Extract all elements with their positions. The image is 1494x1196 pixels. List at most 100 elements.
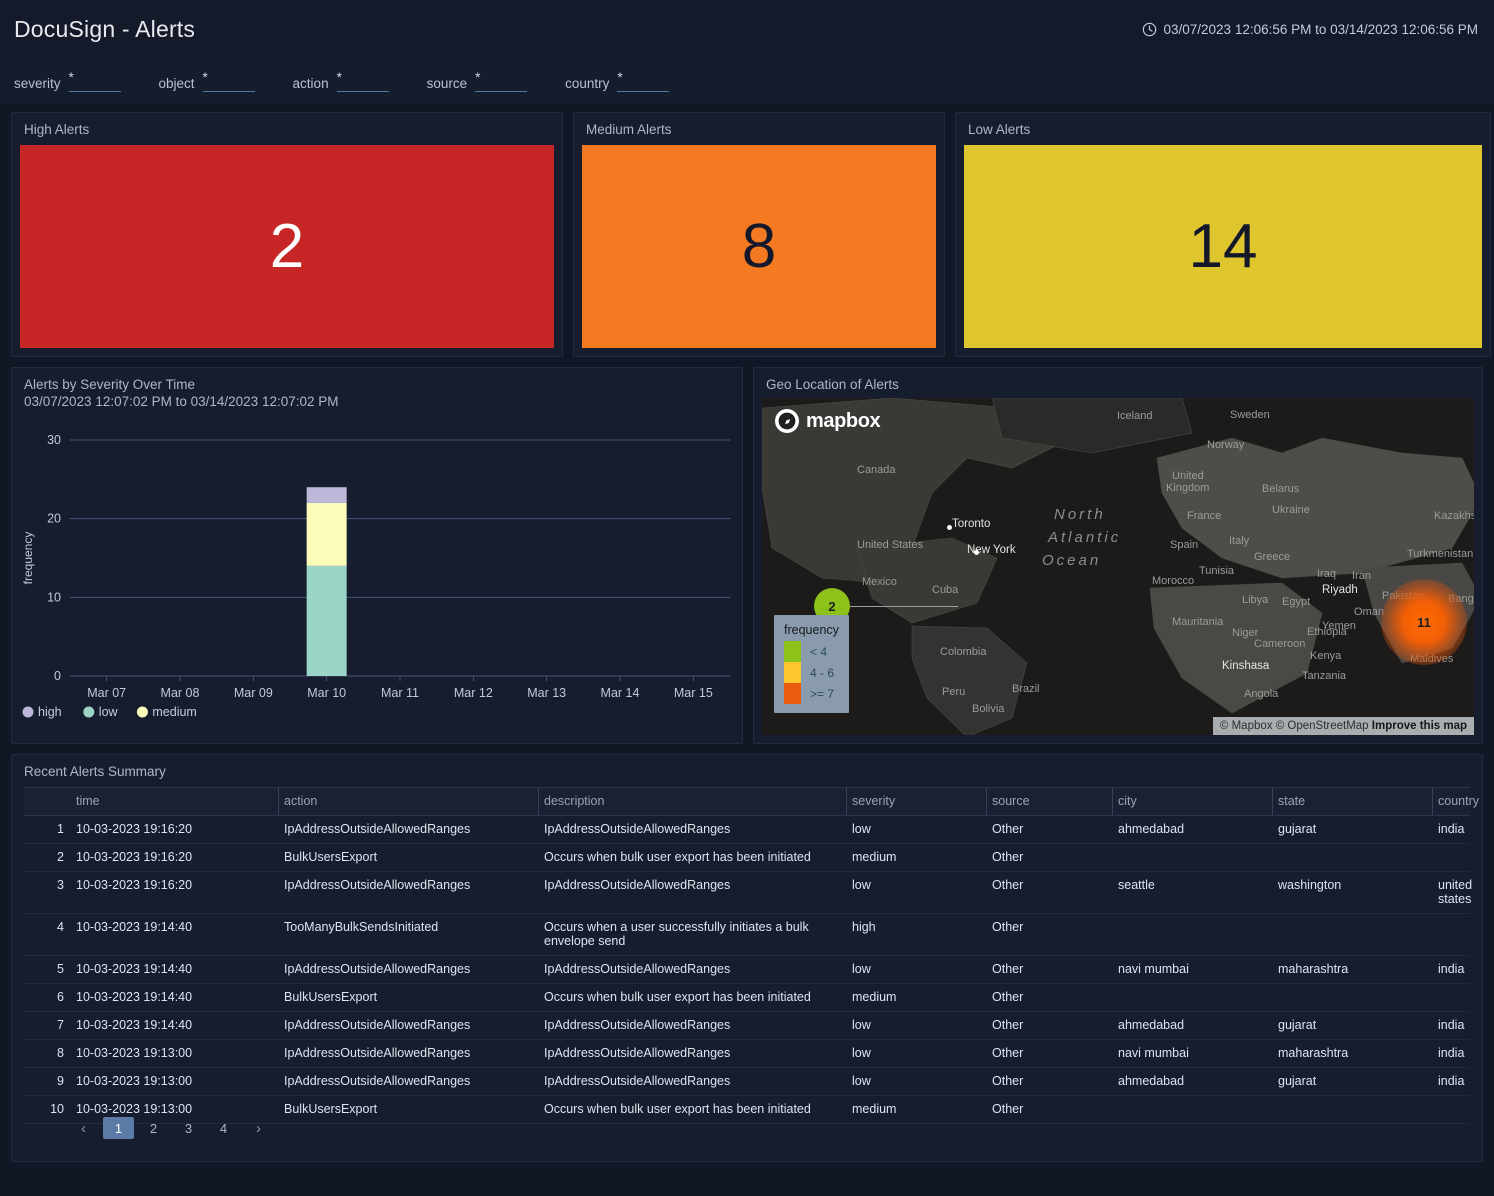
cell-time: 10-03-2023 19:16:20 <box>70 872 278 914</box>
time-range-selector[interactable]: 03/07/2023 12:06:56 PM to 03/14/2023 12:… <box>1142 22 1479 37</box>
table-row[interactable]: 710-03-2023 19:14:40IpAddressOutsideAllo… <box>24 1012 1470 1040</box>
filter-country-value[interactable]: * <box>617 70 669 92</box>
col-header-time[interactable]: time <box>70 788 278 816</box>
table-row[interactable]: 610-03-2023 19:14:40BulkUsersExportOccur… <box>24 984 1470 1012</box>
table-row[interactable]: 310-03-2023 19:16:20IpAddressOutsideAllo… <box>24 872 1470 914</box>
pagination-page-4[interactable]: 4 <box>208 1117 239 1139</box>
kpi-low-value: 14 <box>1189 216 1258 278</box>
map-title: Geo Location of Alerts <box>754 368 1482 392</box>
col-header-severity[interactable]: severity <box>846 788 986 816</box>
kpi-low-title: Low Alerts <box>956 113 1490 137</box>
filter-country[interactable]: country * <box>565 70 669 92</box>
legend-swatch <box>784 683 801 704</box>
filter-object-value[interactable]: * <box>203 70 255 92</box>
table-row[interactable]: 910-03-2023 19:13:00IpAddressOutsideAllo… <box>24 1068 1470 1096</box>
col-header-source[interactable]: source <box>986 788 1112 816</box>
filter-action-value[interactable]: * <box>337 70 389 92</box>
dashboard-page: DocuSign - Alerts 03/07/2023 12:06:56 PM… <box>0 0 1494 1196</box>
stacked-bar-chart[interactable]: 0102030frequencyMar 07Mar 08Mar 09Mar 10… <box>12 426 747 743</box>
filter-source-label: source <box>427 76 468 92</box>
chart-plot-area[interactable]: 0102030frequencyMar 07Mar 08Mar 09Mar 10… <box>12 426 742 743</box>
svg-text:high: high <box>38 705 62 719</box>
attribution-osm: © OpenStreetMap <box>1276 720 1369 732</box>
filter-object[interactable]: object * <box>159 70 255 92</box>
cell-action: IpAddressOutsideAllowedRanges <box>278 1012 538 1040</box>
table-row[interactable]: 210-03-2023 19:16:20BulkUsersExportOccur… <box>24 844 1470 872</box>
cell-country: india <box>1432 1040 1470 1068</box>
kpi-low-alerts[interactable]: Low Alerts 14 <box>955 112 1491 357</box>
cell-index: 4 <box>24 914 70 956</box>
svg-text:Mar 08: Mar 08 <box>161 686 200 700</box>
cell-state: gujarat <box>1272 1012 1432 1040</box>
svg-text:Mar 12: Mar 12 <box>454 686 493 700</box>
cell-index: 7 <box>24 1012 70 1040</box>
cell-city: ahmedabad <box>1112 816 1272 844</box>
kpi-medium-box: 8 <box>582 145 936 348</box>
map-legend-row-0: < 4 <box>784 641 839 662</box>
table-row[interactable]: 810-03-2023 19:13:00IpAddressOutsideAllo… <box>24 1040 1470 1068</box>
cell-state: maharashtra <box>1272 956 1432 984</box>
cell-description: IpAddressOutsideAllowedRanges <box>538 872 846 914</box>
cell-source: Other <box>986 844 1112 872</box>
table-row[interactable]: 110-03-2023 19:16:20IpAddressOutsideAllo… <box>24 816 1470 844</box>
cell-source: Other <box>986 914 1112 956</box>
cell-action: IpAddressOutsideAllowedRanges <box>278 1040 538 1068</box>
map-attribution[interactable]: © Mapbox © OpenStreetMap Improve this ma… <box>1213 717 1474 735</box>
cell-time: 10-03-2023 19:13:00 <box>70 1040 278 1068</box>
page-title: DocuSign - Alerts <box>14 16 195 43</box>
svg-text:Mar 15: Mar 15 <box>674 686 713 700</box>
cell-source: Other <box>986 984 1112 1012</box>
svg-text:Mar 10: Mar 10 <box>307 686 346 700</box>
clock-icon <box>1142 22 1157 37</box>
recent-alerts-summary-panel: Recent Alerts Summary time action descri… <box>11 754 1483 1162</box>
cell-city: navi mumbai <box>1112 956 1272 984</box>
cell-action: BulkUsersExport <box>278 1096 538 1124</box>
cell-state: washington <box>1272 872 1432 914</box>
cell-time: 10-03-2023 19:16:20 <box>70 816 278 844</box>
cell-description: IpAddressOutsideAllowedRanges <box>538 956 846 984</box>
svg-text:frequency: frequency <box>21 532 35 585</box>
filter-source-value[interactable]: * <box>475 70 527 92</box>
filter-action[interactable]: action * <box>293 70 389 92</box>
cell-state <box>1272 844 1432 872</box>
cell-time: 10-03-2023 19:14:40 <box>70 914 278 956</box>
cell-severity: low <box>846 872 986 914</box>
map-legend-items: < 44 - 6>= 7 <box>784 641 839 704</box>
map-cluster-marker-11[interactable]: 11 <box>1381 579 1467 665</box>
cell-country <box>1432 1096 1470 1124</box>
svg-text:0: 0 <box>54 669 61 683</box>
table-row[interactable]: 510-03-2023 19:14:40IpAddressOutsideAllo… <box>24 956 1470 984</box>
col-header-action[interactable]: action <box>278 788 538 816</box>
cell-index: 6 <box>24 984 70 1012</box>
table-row[interactable]: 410-03-2023 19:14:40TooManyBulkSendsInit… <box>24 914 1470 956</box>
pagination-page-1[interactable]: 1 <box>103 1117 134 1139</box>
cell-description: IpAddressOutsideAllowedRanges <box>538 1012 846 1040</box>
cell-action: BulkUsersExport <box>278 984 538 1012</box>
col-header-description[interactable]: description <box>538 788 846 816</box>
col-header-country[interactable]: country <box>1432 788 1470 816</box>
kpi-row: High Alerts 2 Medium Alerts 8 Low Alerts… <box>0 104 1494 357</box>
pagination-next-button[interactable]: › <box>243 1117 274 1139</box>
cell-country <box>1432 914 1470 956</box>
col-header-city[interactable]: city <box>1112 788 1272 816</box>
kpi-high-alerts[interactable]: High Alerts 2 <box>11 112 563 357</box>
col-header-state[interactable]: state <box>1272 788 1432 816</box>
kpi-medium-alerts[interactable]: Medium Alerts 8 <box>573 112 945 357</box>
pagination-page-2[interactable]: 2 <box>138 1117 169 1139</box>
filter-source[interactable]: source * <box>427 70 528 92</box>
attribution-improve-link[interactable]: Improve this map <box>1372 720 1467 732</box>
filter-severity-value[interactable]: * <box>69 70 121 92</box>
cell-index: 1 <box>24 816 70 844</box>
cell-source: Other <box>986 1040 1112 1068</box>
pagination-prev-button[interactable]: ‹ <box>68 1117 99 1139</box>
cell-description: Occurs when bulk user export has been in… <box>538 844 846 872</box>
map-city-dot-0 <box>947 525 952 530</box>
cell-severity: low <box>846 816 986 844</box>
filter-severity[interactable]: severity * <box>14 70 121 92</box>
cell-time: 10-03-2023 19:14:40 <box>70 956 278 984</box>
cell-country: india <box>1432 816 1470 844</box>
pagination-page-3[interactable]: 3 <box>173 1117 204 1139</box>
table-pagination[interactable]: ‹1234› <box>68 1117 274 1139</box>
cell-description: Occurs when a user successfully initiate… <box>538 914 846 956</box>
map-canvas[interactable]: mapbox frequency < 44 - 6>= 7 © Mapbox ©… <box>762 398 1474 735</box>
